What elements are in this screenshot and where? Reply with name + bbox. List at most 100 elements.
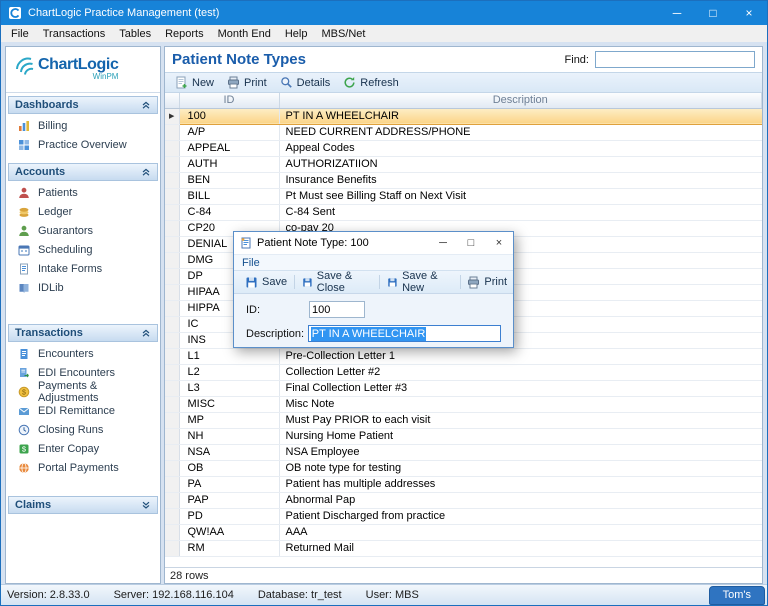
dialog-print-button[interactable]: Print xyxy=(461,276,513,289)
new-button[interactable]: New xyxy=(170,75,222,90)
table-row[interactable]: NSA NSA Employee xyxy=(165,444,762,461)
cell-id[interactable]: MP xyxy=(179,412,280,429)
table-row[interactable]: RM Returned Mail xyxy=(165,540,762,557)
menu-tables[interactable]: Tables xyxy=(112,28,158,40)
id-input[interactable]: 100 xyxy=(309,301,365,318)
cell-id[interactable]: MISC xyxy=(179,396,280,413)
cell-id[interactable]: BILL xyxy=(179,188,280,205)
cell-description[interactable]: Final Collection Letter #3 xyxy=(279,380,762,397)
table-row[interactable]: APPEAL Appeal Codes xyxy=(165,140,762,157)
table-row[interactable]: OB OB note type for testing xyxy=(165,460,762,477)
column-header-description[interactable]: Description xyxy=(279,93,762,109)
cell-id[interactable]: NH xyxy=(179,428,280,445)
find-input[interactable] xyxy=(595,51,755,68)
table-row[interactable]: C-84 C-84 Sent xyxy=(165,204,762,221)
maximize-icon[interactable]: □ xyxy=(695,1,731,25)
sidebar-section-accounts[interactable]: Accounts xyxy=(8,163,158,181)
sidebar-item-edi-remittance[interactable]: EDI Remittance xyxy=(6,401,160,420)
title-bar[interactable]: ChartLogic Practice Management (test) ─ … xyxy=(1,1,767,25)
sidebar-section-transactions[interactable]: Transactions xyxy=(8,324,158,342)
dialog-close-icon[interactable]: × xyxy=(485,232,513,254)
status-badge[interactable]: Tom's xyxy=(708,585,765,605)
cell-description[interactable]: Patient Discharged from practice xyxy=(279,508,762,525)
cell-id[interactable]: AUTH xyxy=(179,156,280,173)
table-row[interactable]: NH Nursing Home Patient xyxy=(165,428,762,445)
sidebar-item-intake-forms[interactable]: Intake Forms xyxy=(6,259,160,278)
table-row[interactable]: L3 Final Collection Letter #3 xyxy=(165,380,762,397)
menu-help[interactable]: Help xyxy=(278,28,315,40)
sidebar-item-payments-adjustments[interactable]: $ Payments & Adjustments xyxy=(6,380,160,404)
cell-id[interactable]: PD xyxy=(179,508,280,525)
sidebar-item-practice-overview[interactable]: Practice Overview xyxy=(6,135,160,154)
description-input[interactable]: PT IN A WHEELCHAIR xyxy=(307,325,501,342)
table-row[interactable]: L2 Collection Letter #2 xyxy=(165,364,762,381)
cell-description[interactable]: Must Pay PRIOR to each visit xyxy=(279,412,762,429)
table-row[interactable]: PA Patient has multiple addresses xyxy=(165,476,762,493)
sidebar-item-billing[interactable]: Billing xyxy=(6,116,160,135)
details-button[interactable]: Details xyxy=(275,75,339,90)
cell-id[interactable]: L2 xyxy=(179,364,280,381)
dialog-title-bar[interactable]: Patient Note Type: 100 ─ □ × xyxy=(234,232,513,254)
cell-description[interactable]: Appeal Codes xyxy=(279,140,762,157)
cell-id[interactable]: C-84 xyxy=(179,204,280,221)
cell-description[interactable]: Abnormal Pap xyxy=(279,492,762,509)
table-row[interactable]: AUTH AUTHORIZATIION xyxy=(165,156,762,173)
print-button[interactable]: Print xyxy=(222,75,275,90)
cell-id[interactable]: L3 xyxy=(179,380,280,397)
dialog-maximize-icon[interactable]: □ xyxy=(457,232,485,254)
cell-description[interactable]: NEED CURRENT ADDRESS/PHONE xyxy=(279,124,762,141)
cell-id[interactable]: A/P xyxy=(179,124,280,141)
menu-month-end[interactable]: Month End xyxy=(211,28,278,40)
sidebar-item-guarantors[interactable]: Guarantors xyxy=(6,221,160,240)
sidebar-item-idlib[interactable]: IDLib xyxy=(6,278,160,297)
cell-description[interactable]: Insurance Benefits xyxy=(279,172,762,189)
menu-mbsnet[interactable]: MBS/Net xyxy=(314,28,372,40)
dialog-menu-file[interactable]: File xyxy=(242,257,260,269)
cell-id[interactable]: APPEAL xyxy=(179,140,280,157)
save-and-new-button[interactable]: Save & New xyxy=(381,270,458,294)
cell-description[interactable]: C-84 Sent xyxy=(279,204,762,221)
cell-id[interactable]: OB xyxy=(179,460,280,477)
cell-description[interactable]: OB note type for testing xyxy=(279,460,762,477)
cell-id[interactable]: PAP xyxy=(179,492,280,509)
table-row[interactable]: MISC Misc Note xyxy=(165,396,762,413)
menu-transactions[interactable]: Transactions xyxy=(36,28,113,40)
table-row[interactable]: QW!AA AAA xyxy=(165,524,762,541)
sidebar-item-encounters[interactable]: Encounters xyxy=(6,344,160,363)
cell-description[interactable]: PT IN A WHEELCHAIR xyxy=(279,107,762,125)
table-row[interactable]: PAP Abnormal Pap xyxy=(165,492,762,509)
table-row[interactable]: ▶ 100 PT IN A WHEELCHAIR xyxy=(165,107,762,125)
cell-id[interactable]: NSA xyxy=(179,444,280,461)
menu-reports[interactable]: Reports xyxy=(158,28,211,40)
cell-description[interactable]: Collection Letter #2 xyxy=(279,364,762,381)
cell-id[interactable]: BEN xyxy=(179,172,280,189)
cell-id[interactable]: 100 xyxy=(179,107,280,125)
sidebar-item-portal-payments[interactable]: Portal Payments xyxy=(6,458,160,477)
table-row[interactable]: A/P NEED CURRENT ADDRESS/PHONE xyxy=(165,124,762,141)
refresh-button[interactable]: Refresh xyxy=(338,75,407,90)
cell-description[interactable]: AUTHORIZATIION xyxy=(279,156,762,173)
minimize-icon[interactable]: ─ xyxy=(659,1,695,25)
close-icon[interactable]: × xyxy=(731,1,767,25)
sidebar-item-patients[interactable]: Patients xyxy=(6,183,160,202)
sidebar-item-scheduling[interactable]: Scheduling xyxy=(6,240,160,259)
cell-id[interactable]: PA xyxy=(179,476,280,493)
sidebar-section-dashboards[interactable]: Dashboards xyxy=(8,96,158,114)
sidebar-item-ledger[interactable]: Ledger xyxy=(6,202,160,221)
cell-description[interactable]: Pt Must see Billing Staff on Next Visit xyxy=(279,188,762,205)
table-row[interactable]: BEN Insurance Benefits xyxy=(165,172,762,189)
cell-id[interactable]: QW!AA xyxy=(179,524,280,541)
column-header-id[interactable]: ID xyxy=(179,93,280,109)
dialog-minimize-icon[interactable]: ─ xyxy=(429,232,457,254)
sidebar-item-enter-copay[interactable]: $ Enter Copay xyxy=(6,439,160,458)
cell-description[interactable]: Returned Mail xyxy=(279,540,762,557)
menu-file[interactable]: File xyxy=(4,28,36,40)
save-button[interactable]: Save xyxy=(239,276,293,289)
cell-description[interactable]: NSA Employee xyxy=(279,444,762,461)
cell-description[interactable]: AAA xyxy=(279,524,762,541)
save-and-close-button[interactable]: Save & Close xyxy=(296,270,378,294)
cell-description[interactable]: Nursing Home Patient xyxy=(279,428,762,445)
cell-id[interactable]: RM xyxy=(179,540,280,557)
cell-description[interactable]: Patient has multiple addresses xyxy=(279,476,762,493)
sidebar-section-claims[interactable]: Claims xyxy=(8,496,158,514)
